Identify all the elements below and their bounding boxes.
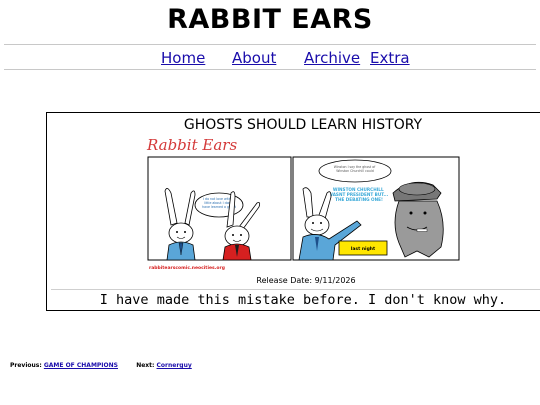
- comic-image: Rabbit Ears I do not love with it little…: [146, 136, 460, 271]
- last-night-sign: last night: [338, 240, 388, 256]
- ghost-character: [392, 181, 444, 258]
- comic-url-text: rabbitearscomic.neocities.org: [149, 265, 225, 271]
- previous-label: Previous:: [10, 362, 42, 369]
- next-label: Next:: [136, 362, 155, 369]
- panel1-speech-bubble: I do not love with it little about I don…: [194, 192, 244, 218]
- comic-logo-text: Rabbit Ears: [146, 136, 237, 154]
- comic-title: GHOSTS SHOULD LEARN HISTORY: [183, 117, 423, 133]
- previous-comic-link[interactable]: GAME OF CHAMPIONS: [44, 362, 118, 369]
- comic-caption: I have made this mistake before. I don't…: [99, 292, 507, 308]
- svg-text:last night: last night: [351, 246, 376, 252]
- next-comic-link[interactable]: Cornerguy: [157, 362, 192, 369]
- site-title: RABBIT EARS: [167, 4, 373, 35]
- release-date: Release Date: 9/11/2026: [256, 276, 356, 285]
- nav-home-link[interactable]: Home: [161, 49, 205, 67]
- nav-extra-link[interactable]: Extra: [370, 49, 410, 67]
- footer-navigation: Previous: GAME OF CHAMPIONS Next: Corner…: [10, 362, 192, 369]
- panel2-speech-bubble: Winston I say the ghost of Winston Churc…: [318, 159, 392, 183]
- caption-divider: [51, 289, 540, 290]
- panel2-shout-text: WINSTON CHURCHILL WASNT PRESIDENT BUT...…: [328, 187, 389, 202]
- svg-text:Winston I say the ghost of: Winston I say the ghost of Winston Churc…: [334, 165, 377, 173]
- main-nav: Home About Archive Extra: [4, 44, 536, 70]
- comic-container: GHOSTS SHOULD LEARN HISTORY Rabbit Ears …: [46, 112, 540, 311]
- nav-archive-link[interactable]: Archive: [304, 49, 360, 67]
- nav-about-link[interactable]: About: [232, 49, 276, 67]
